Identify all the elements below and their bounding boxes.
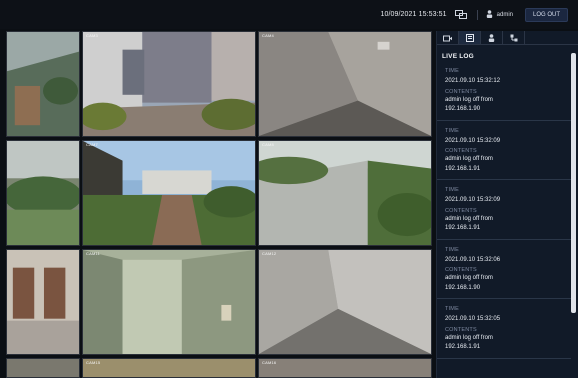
camera-tile[interactable]: CAM4 [258, 31, 432, 137]
time-value: 2021.09.10 15:32:09 [445, 137, 501, 144]
camera-icon [443, 29, 452, 47]
log-entry: TIME 2021.09.10 15:32:06 CONTENTS admin … [437, 240, 571, 299]
log-entry: TIME 2021.09.10 15:32:05 CONTENTS admin … [437, 299, 571, 359]
contents-label: CONTENTS [445, 267, 477, 273]
datetime-display: 10/09/2021 15:53:51 [380, 11, 447, 18]
log-entries: TIME 2021.09.10 15:32:12 CONTENTS admin … [437, 61, 571, 359]
contents-line: 192.168.1.90 [445, 106, 481, 112]
panel-tabs [437, 31, 578, 45]
camera-tile[interactable] [6, 140, 80, 246]
contents-line: 192.168.1.91 [445, 344, 481, 350]
contents-line: admin log off from [445, 215, 493, 222]
contents-line: admin log off from [445, 275, 493, 281]
camera-tile[interactable]: CAM12 [258, 249, 432, 355]
user-icon [486, 9, 493, 20]
contents-line: 192.168.1.91 [445, 225, 481, 231]
time-label: TIME [445, 306, 459, 312]
camera-label: CAM12 [262, 251, 277, 256]
camera-label: CAM11 [86, 251, 101, 256]
divider [476, 9, 478, 20]
camera-tile[interactable]: CAM8 [258, 140, 432, 246]
camera-label: CAM4 [262, 33, 274, 38]
camera-tile[interactable]: CAM7 [82, 140, 256, 246]
camera-label: CAM15 [86, 360, 101, 365]
log-entry: TIME 2021.09.10 15:32:09 CONTENTS admin … [437, 121, 571, 180]
time-value: 2021.09.10 15:32:05 [445, 316, 501, 322]
camera-tile[interactable] [6, 249, 80, 355]
scrollbar-thumb[interactable] [571, 53, 576, 313]
contents-line: 192.168.1.90 [445, 284, 481, 291]
contents-line: admin log off from [445, 96, 493, 103]
tab-network[interactable] [503, 31, 525, 44]
time-value: 2021.09.10 15:32:12 [445, 78, 501, 84]
log-entry: TIME 2021.09.10 15:32:09 CONTENTS admin … [437, 180, 571, 240]
log-entry: TIME 2021.09.10 15:32:12 CONTENTS admin … [437, 61, 571, 121]
tab-user[interactable] [481, 31, 503, 44]
contents-label: CONTENTS [445, 148, 477, 154]
username-label: admin [496, 11, 513, 18]
tab-camera[interactable] [437, 31, 459, 44]
contents-label: CONTENTS [445, 88, 477, 95]
camera-tile[interactable]: CAM15 [82, 358, 256, 378]
time-value: 2021.09.10 15:32:06 [445, 256, 501, 263]
camera-tile[interactable]: CAM3 [82, 31, 256, 137]
network-icon [510, 29, 518, 47]
camera-tile[interactable]: CAM11 [82, 249, 256, 355]
display-icon[interactable] [454, 10, 467, 20]
time-label: TIME [445, 68, 459, 74]
tab-log[interactable] [459, 31, 481, 44]
camera-tile[interactable] [6, 358, 80, 378]
contents-line: admin log off from [445, 334, 493, 341]
log-scrollbar[interactable] [571, 53, 576, 378]
contents-label: CONTENTS [445, 207, 477, 214]
user-icon [488, 29, 495, 47]
camera-label: CAM8 [262, 142, 274, 147]
camera-tile[interactable] [6, 31, 80, 137]
time-label: TIME [445, 187, 459, 193]
contents-line: 192.168.1.91 [445, 165, 481, 172]
logout-button[interactable]: LOG OUT [524, 7, 568, 22]
live-log-title: LIVE LOG [442, 53, 474, 60]
camera-label: CAM3 [86, 33, 98, 38]
live-log-panel: LIVE LOG TIME 2021.09.10 15:32:12 CONTEN… [436, 31, 578, 378]
camera-label: CAM16 [262, 360, 277, 365]
contents-label: CONTENTS [445, 326, 477, 333]
contents-line: admin log off from [445, 156, 493, 162]
camera-tile[interactable]: CAM16 [258, 358, 432, 378]
time-label: TIME [445, 246, 459, 253]
camera-grid: CAM3 CAM4 CAM7 CAM8 CAM11 CAM12 CAM15 CA… [6, 31, 432, 378]
user-info: admin [486, 9, 513, 20]
time-label: TIME [445, 127, 459, 134]
log-icon [465, 29, 474, 47]
top-bar: 10/09/2021 15:53:51 admin LOG OUT [0, 0, 578, 29]
time-value: 2021.09.10 15:32:09 [445, 197, 501, 203]
camera-label: CAM7 [86, 142, 98, 147]
